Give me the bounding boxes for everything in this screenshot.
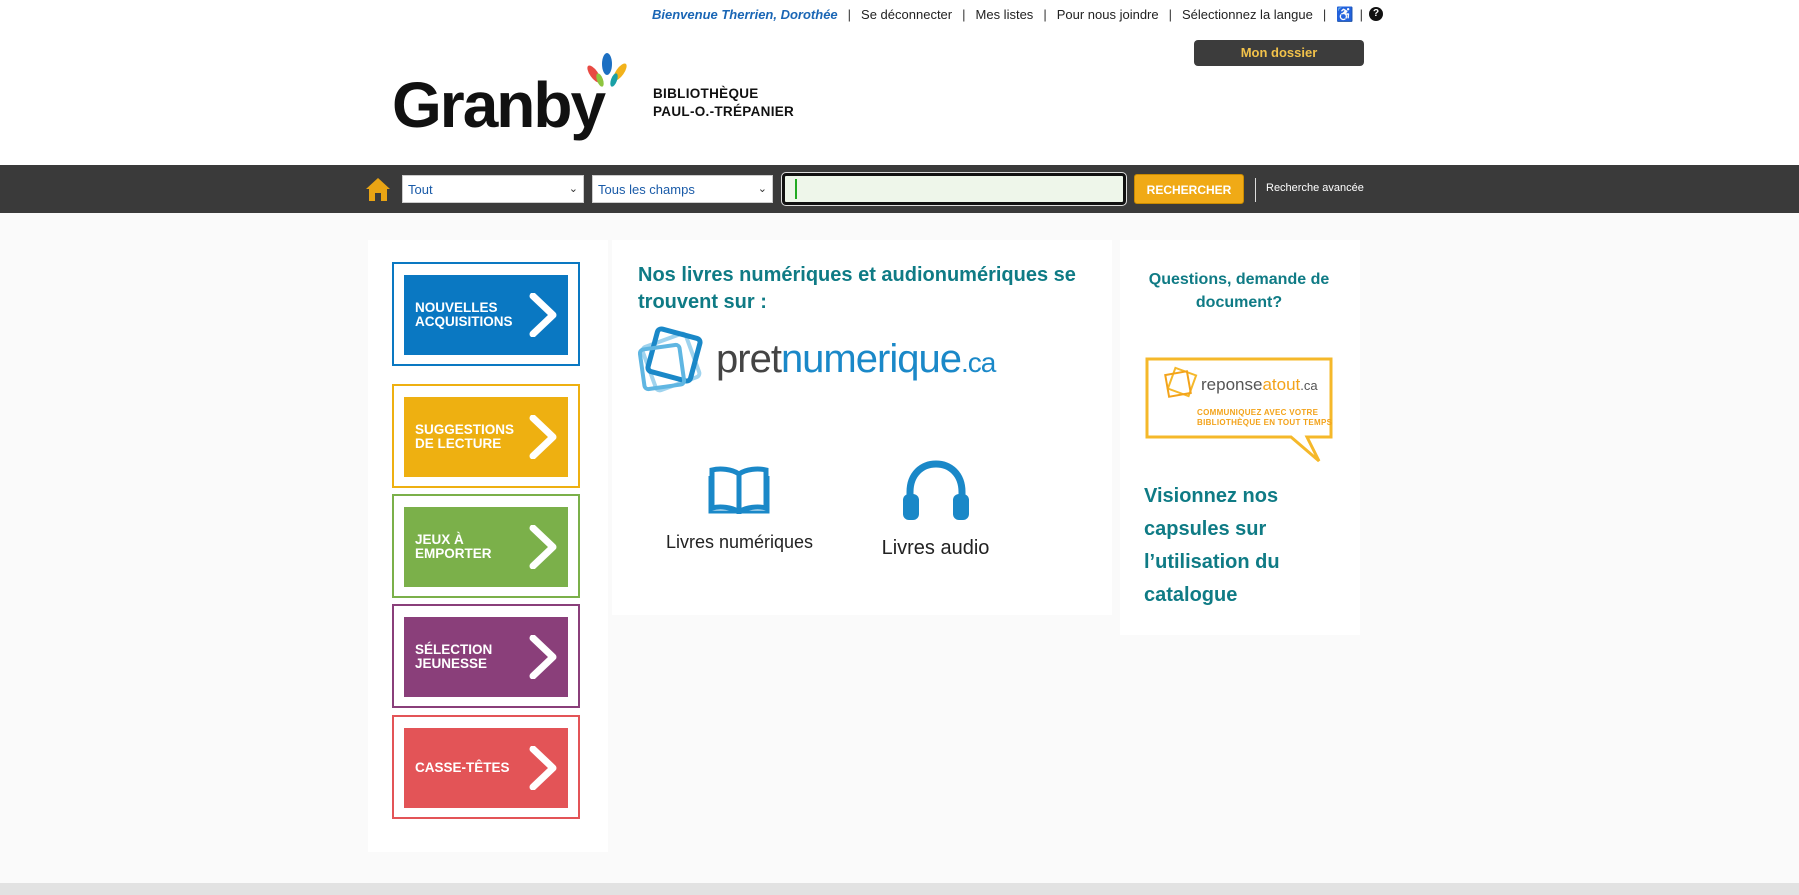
brand-pret: pret <box>716 337 782 381</box>
separator: | <box>1322 6 1327 22</box>
questions-title: Questions, demande de document? <box>1148 271 1330 311</box>
brand-numerique: numerique <box>780 337 962 381</box>
my-account-button[interactable]: Mon dossier <box>1194 40 1364 66</box>
search-input[interactable] <box>781 172 1127 206</box>
tile-games-inner: JEUX À EMPORTER <box>404 507 568 587</box>
pretnumerique-wordmark: pretnumerique.ca <box>716 337 996 382</box>
logo-subtitle: BIBLIOTHÈQUE PAUL-O.-TRÉPANIER <box>653 85 794 121</box>
search-scope-value: Tout <box>408 182 433 197</box>
help-icon[interactable]: ? <box>1369 7 1384 21</box>
tile-puzzles-inner: CASSE-TÊTES <box>404 728 568 808</box>
tile-reading-suggestions[interactable]: SUGGESTIONS DE LECTURE <box>392 384 580 488</box>
language-link[interactable]: Sélectionnez la langue <box>1182 7 1313 22</box>
my-lists-link[interactable]: Mes listes <box>976 7 1034 22</box>
chevron-right-icon <box>529 746 557 790</box>
chevron-right-icon <box>529 635 557 679</box>
tile-label-line2: JEUNESSE <box>415 656 488 671</box>
tile-label-line2: EMPORTER <box>415 546 492 561</box>
accessibility-icon[interactable]: ♿ <box>1336 6 1353 23</box>
tile-youth-selection[interactable]: SÉLECTION JEUNESSE <box>392 604 580 708</box>
tile-youth-selection-inner: SÉLECTION JEUNESSE <box>404 617 568 697</box>
logo-subtitle-line2: PAUL-O.-TRÉPANIER <box>653 104 795 119</box>
headphones-icon[interactable] <box>900 460 972 522</box>
logo-subtitle-line1: BIBLIOTHÈQUE <box>653 86 759 101</box>
divider <box>1255 178 1256 202</box>
ebooks-label[interactable]: Livres numériques <box>662 532 817 553</box>
chevron-down-icon: ⌄ <box>757 183 767 195</box>
logout-link[interactable]: Se déconnecter <box>861 7 952 22</box>
reponseatout-wordmark: reponseatout.ca <box>1201 375 1318 395</box>
tagline-line1: COMMUNIQUEZ AVEC VOTRE <box>1197 408 1319 417</box>
tagline-line2: BIBLIOTHÈQUE EN TOUT TEMPS <box>1197 418 1333 427</box>
library-logo[interactable]: Granby BIBLIOTHÈQUE PAUL-O.-TRÉPANIER <box>392 52 812 142</box>
tile-label-line1: NOUVELLES <box>415 300 498 315</box>
separator: | <box>1359 6 1364 22</box>
audiobooks-label[interactable]: Livres audio <box>868 537 1003 560</box>
separator: | <box>847 6 852 22</box>
brand-atout: atout <box>1262 375 1301 394</box>
separator: | <box>1043 6 1047 22</box>
home-icon[interactable] <box>364 175 392 203</box>
chevron-right-icon <box>529 525 557 569</box>
tutorial-videos-link[interactable]: Visionnez nos capsules sur l’utilisation… <box>1144 480 1344 612</box>
brand-ca: .ca <box>1300 378 1318 393</box>
top-header: Bienvenue Therrien, Dorothée | Se déconn… <box>0 0 1799 165</box>
brand-ca: .ca <box>960 347 996 378</box>
tile-reading-suggestions-inner: SUGGESTIONS DE LECTURE <box>404 397 568 477</box>
tile-label-line1: SUGGESTIONS <box>415 422 515 437</box>
open-book-icon[interactable] <box>708 466 770 514</box>
chevron-right-icon <box>529 293 557 337</box>
search-field-value: Tous les champs <box>598 182 695 197</box>
pretnumerique-logo[interactable]: pretnumerique.ca <box>638 325 1018 405</box>
digital-books-title: Nos livres numériques et audionumériques… <box>638 264 1076 313</box>
contact-link[interactable]: Pour nous joindre <box>1057 7 1159 22</box>
tile-games[interactable]: JEUX À EMPORTER <box>392 494 580 598</box>
tile-label-line2: DE LECTURE <box>415 436 502 451</box>
search-field-select[interactable]: Tous les champs ⌄ <box>592 175 773 203</box>
top-links-bar: Bienvenue Therrien, Dorothée | Se déconn… <box>652 5 1384 23</box>
reponseatout-banner[interactable]: reponseatout.ca COMMUNIQUEZ AVEC VOTRE B… <box>1143 355 1335 465</box>
tile-puzzles[interactable]: CASSE-TÊTES <box>392 715 580 819</box>
tile-new-acquisitions[interactable]: NOUVELLES ACQUISITIONS <box>392 262 580 366</box>
text-cursor <box>795 179 797 199</box>
chevron-right-icon <box>529 415 557 459</box>
reponseatout-tagline: COMMUNIQUEZ AVEC VOTRE BIBLIOTHÈQUE EN T… <box>1197 408 1332 428</box>
welcome-text: Bienvenue Therrien, Dorothée <box>652 6 838 22</box>
separator: | <box>1168 6 1172 22</box>
tile-label: NOUVELLES ACQUISITIONS <box>415 301 525 329</box>
advanced-search-link[interactable]: Recherche avancée <box>1266 182 1364 194</box>
tile-label-line1: JEUX À <box>415 532 464 547</box>
tile-label-line1: CASSE-TÊTES <box>415 760 510 775</box>
logo-wordmark: Granby <box>392 69 606 141</box>
chevron-down-icon: ⌄ <box>568 183 578 195</box>
tile-new-acquisitions-inner: NOUVELLES ACQUISITIONS <box>404 275 568 355</box>
search-button[interactable]: RECHERCHER <box>1134 174 1244 204</box>
tile-label: SUGGESTIONS DE LECTURE <box>415 423 525 451</box>
pretnumerique-squares-icon <box>638 326 703 393</box>
tile-label-line1: SÉLECTION <box>415 642 493 657</box>
tile-label: JEUX À EMPORTER <box>415 533 525 561</box>
brand-reponse: reponse <box>1201 375 1263 394</box>
tile-label-line2: ACQUISITIONS <box>415 314 513 329</box>
tile-label: CASSE-TÊTES <box>415 761 525 775</box>
tile-label: SÉLECTION JEUNESSE <box>415 643 525 671</box>
footer-bar <box>0 883 1799 895</box>
search-bar: Tout ⌄ Tous les champs ⌄ RECHERCHER Rech… <box>0 165 1799 213</box>
separator: | <box>962 6 966 22</box>
search-scope-select[interactable]: Tout ⌄ <box>402 175 584 203</box>
